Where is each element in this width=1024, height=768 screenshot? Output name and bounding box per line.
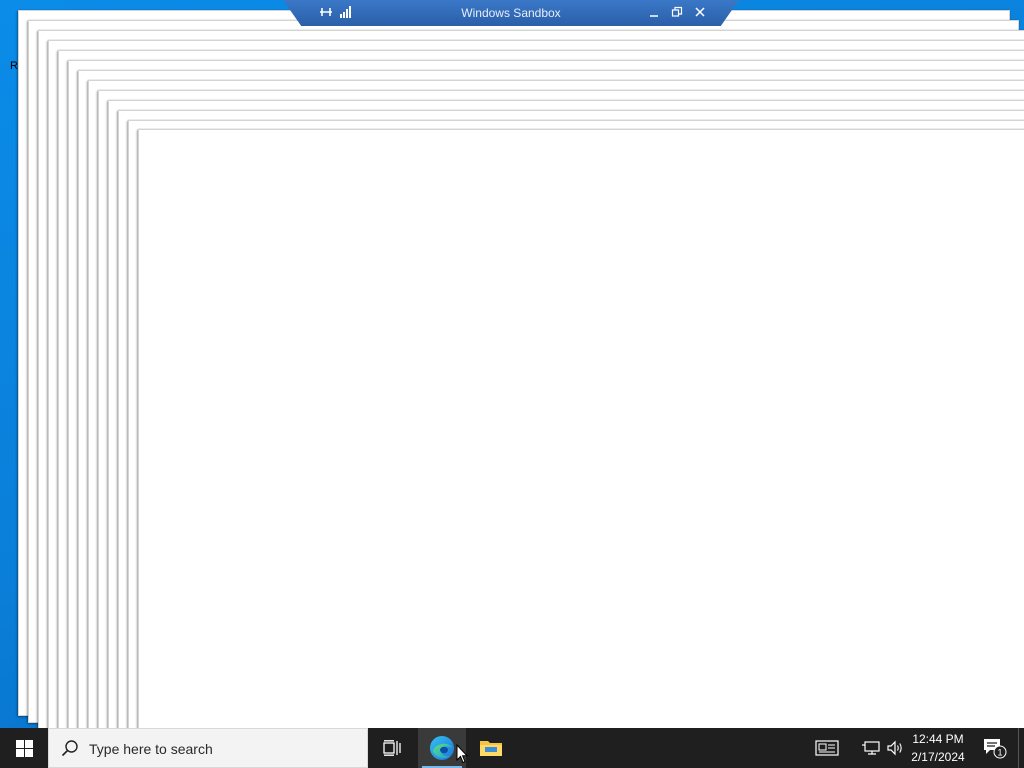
news-icon xyxy=(815,740,839,756)
sandbox-connection-bar: Windows Sandbox xyxy=(283,0,739,26)
notification-icon: 1 xyxy=(984,739,1007,759)
start-button[interactable] xyxy=(0,728,48,768)
clock-date: 2/17/2024 xyxy=(911,750,965,764)
notification-count: 1 xyxy=(997,748,1002,758)
volume-icon xyxy=(887,740,902,756)
search-placeholder: Type here to search xyxy=(89,741,213,757)
volume-tray-button[interactable] xyxy=(884,728,906,768)
task-view-icon xyxy=(383,740,401,756)
restore-icon[interactable] xyxy=(668,4,686,20)
show-desktop-button[interactable] xyxy=(1018,728,1024,768)
mouse-cursor-icon xyxy=(456,744,468,764)
news-widget-button[interactable] xyxy=(812,728,842,768)
action-center-button[interactable]: 1 xyxy=(980,728,1010,768)
edge-icon xyxy=(430,736,454,760)
desktop-icon-label-fragment[interactable]: R xyxy=(10,60,18,72)
search-icon xyxy=(61,739,79,762)
file-explorer-button[interactable] xyxy=(467,728,515,768)
taskbar: Type here to search 12:44 PM 2/17/2024 1 xyxy=(0,728,1024,768)
network-icon xyxy=(862,741,880,755)
task-view-button[interactable] xyxy=(368,728,416,768)
search-box[interactable]: Type here to search xyxy=(48,728,368,768)
network-tray-button[interactable] xyxy=(860,728,882,768)
blank-window[interactable] xyxy=(138,129,1024,730)
system-clock[interactable]: 12:44 PM 2/17/2024 xyxy=(905,730,971,766)
clock-time: 12:44 PM xyxy=(912,732,964,746)
minimize-icon[interactable] xyxy=(645,4,663,20)
folder-icon xyxy=(480,741,502,756)
windows-logo-icon xyxy=(15,739,33,757)
close-icon[interactable] xyxy=(691,4,709,20)
